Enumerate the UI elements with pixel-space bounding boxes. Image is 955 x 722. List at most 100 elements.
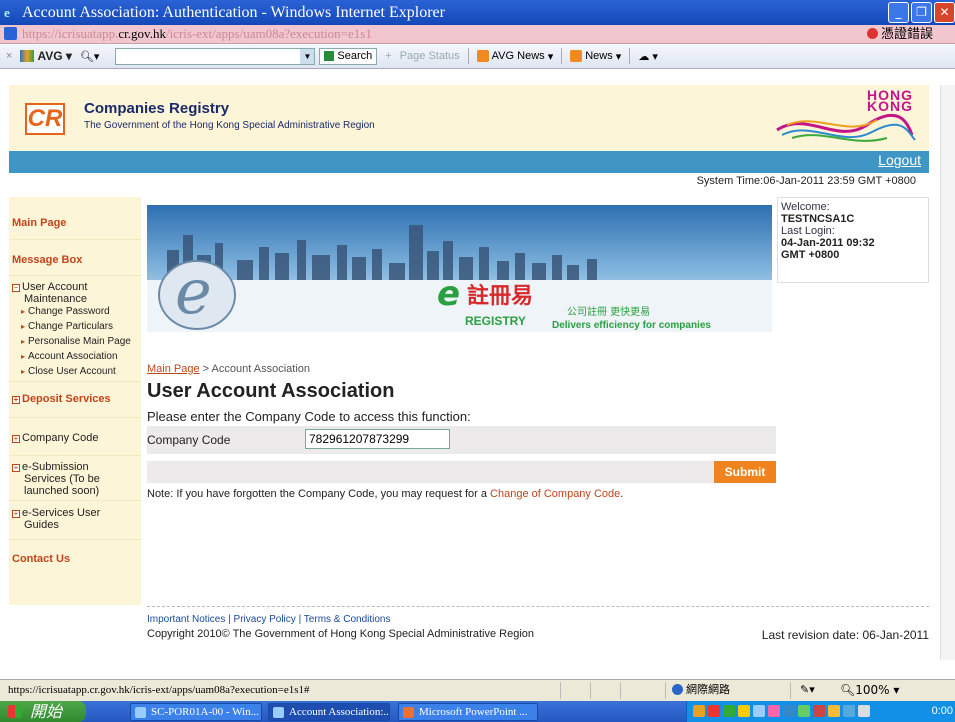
sidebar-item-message-box[interactable]: Message Box bbox=[12, 254, 82, 266]
news-button[interactable]: News ▾ bbox=[570, 50, 621, 63]
status-divider bbox=[790, 682, 791, 699]
sidebar-divider bbox=[9, 417, 141, 418]
sidebar-item-e-submission[interactable]: + e-Submission Services (To be launched s… bbox=[12, 461, 100, 497]
certificate-error[interactable]: 憑證錯誤 bbox=[866, 25, 933, 43]
close-toolbar-icon[interactable]: × bbox=[6, 50, 12, 62]
e-guides-label: e-Services User bbox=[22, 507, 101, 519]
collapse-icon[interactable]: − bbox=[12, 284, 20, 292]
footer-links: Important Notices | Privacy Policy | Ter… bbox=[147, 614, 391, 625]
change-company-code-link[interactable]: Change of Company Code bbox=[490, 488, 620, 500]
cert-error-icon bbox=[866, 28, 878, 39]
page-status[interactable]: Page Status bbox=[400, 50, 460, 62]
e-submission-label: e-Submission bbox=[22, 461, 89, 473]
weather-button[interactable]: ☁︎ ▾ bbox=[638, 50, 658, 63]
status-divider bbox=[665, 682, 666, 699]
banner-illustration: e e 註冊易 REGISTRY 公司註冊 更快更易 Delivers effi… bbox=[147, 205, 772, 332]
note-text: Note: If you have forgotten the Company … bbox=[147, 488, 491, 500]
toolbar-search-input[interactable]: ▼ bbox=[115, 47, 316, 65]
minimize-button[interactable]: _ bbox=[888, 2, 909, 23]
status-url: https://icrisuatapp.cr.gov.hk/icris-ext/… bbox=[8, 684, 310, 696]
tray-icon[interactable] bbox=[828, 705, 840, 717]
sidebar-item-company-code[interactable]: + Company Code bbox=[12, 432, 98, 444]
taskbar-item-powerpoint[interactable]: Microsoft PowerPoint ... bbox=[398, 703, 538, 721]
privacy-policy-link[interactable]: Privacy Policy bbox=[234, 614, 296, 625]
status-divider bbox=[560, 682, 561, 699]
tray-icon[interactable] bbox=[798, 705, 810, 717]
taskbar-item-account-association[interactable]: Account Association:... bbox=[268, 703, 390, 721]
search-dropdown-icon[interactable]: ▼ bbox=[300, 48, 315, 64]
submit-button[interactable]: Submit bbox=[714, 461, 776, 483]
hong-kong-brand-logo: HONG KONG bbox=[767, 88, 917, 145]
search-dropdown[interactable]: 🔍︎▾ bbox=[80, 50, 100, 63]
submenu-account-association[interactable]: Account Association bbox=[21, 349, 131, 364]
tray-icon[interactable] bbox=[693, 705, 705, 717]
start-label: 開始 bbox=[30, 702, 63, 721]
tray-icon[interactable] bbox=[738, 705, 750, 717]
address-bar[interactable]: https://icrisuatapp.cr.gov.hk/icris-ext/… bbox=[0, 25, 955, 44]
security-zone[interactable]: 網際網路 bbox=[672, 680, 730, 700]
restore-button[interactable]: ❐ bbox=[911, 2, 932, 23]
system-tray: 0:00 bbox=[686, 701, 955, 722]
search-go-icon bbox=[324, 51, 335, 61]
zoom-value: 100% bbox=[855, 683, 890, 697]
avg-menu[interactable]: AVG ▾ bbox=[20, 49, 72, 63]
start-button[interactable]: 開始 bbox=[0, 701, 86, 722]
search-button[interactable]: Search bbox=[319, 47, 378, 65]
logout-link[interactable]: Logout bbox=[878, 152, 921, 168]
expand-icon[interactable]: + bbox=[12, 396, 20, 404]
expand-icon[interactable]: + bbox=[12, 435, 20, 443]
tray-icon[interactable] bbox=[843, 705, 855, 717]
svg-text:REGISTRY: REGISTRY bbox=[465, 314, 526, 328]
sidebar-divider bbox=[9, 500, 141, 501]
company-code-form-row: Company Code bbox=[147, 426, 776, 454]
sidebar-item-main-page[interactable]: Main Page bbox=[12, 217, 66, 229]
news-label: News bbox=[585, 50, 613, 62]
user-account-label: User Account bbox=[22, 281, 88, 293]
e-registry-banner: e e 註冊易 REGISTRY 公司註冊 更快更易 Delivers effi… bbox=[147, 205, 772, 332]
submenu-close-user-account[interactable]: Close User Account bbox=[21, 364, 131, 379]
svg-text:e: e bbox=[437, 274, 460, 314]
close-button[interactable]: ✕ bbox=[934, 2, 955, 23]
note-period: . bbox=[620, 488, 624, 500]
zoom-level[interactable]: 🔍︎100% ▾ bbox=[840, 680, 899, 700]
tray-icon[interactable] bbox=[813, 705, 825, 717]
search-button-label: Search bbox=[337, 49, 373, 62]
submenu-personalise-main-page[interactable]: Personalise Main Page bbox=[21, 334, 131, 349]
terms-conditions-link[interactable]: Terms & Conditions bbox=[304, 614, 391, 625]
tray-icon[interactable] bbox=[753, 705, 765, 717]
tray-icon[interactable] bbox=[768, 705, 780, 717]
tray-icon[interactable] bbox=[723, 705, 735, 717]
sidebar-divider bbox=[9, 275, 141, 276]
expand-icon[interactable]: + bbox=[12, 510, 20, 518]
rss-icon bbox=[570, 50, 583, 62]
tray-icon[interactable] bbox=[708, 705, 720, 717]
tray-icon[interactable] bbox=[783, 705, 795, 717]
submenu-change-password[interactable]: Change Password bbox=[21, 304, 131, 319]
sidebar-item-deposit-services[interactable]: + Deposit Services bbox=[12, 393, 111, 405]
expand-icon[interactable]: + bbox=[12, 464, 20, 472]
company-code-label: Company Code bbox=[147, 433, 231, 447]
site-header: CR Companies Registry The Government of … bbox=[9, 85, 929, 151]
sidebar-item-contact-us[interactable]: Contact Us bbox=[12, 553, 70, 565]
taskbar-clock: 0:00 bbox=[931, 705, 953, 717]
toolbar-plus-icon[interactable]: + bbox=[385, 50, 391, 62]
taskbar-item-explorer[interactable]: SC-POR01A-00 - Win... bbox=[130, 703, 262, 721]
submenu-change-particulars[interactable]: Change Particulars bbox=[21, 319, 131, 334]
system-time: System Time:06-Jan-2011 23:59 GMT +0800 bbox=[696, 175, 916, 187]
sidebar-item-e-services-guides[interactable]: + e-Services User Guides bbox=[12, 507, 100, 531]
important-notices-link[interactable]: Important Notices bbox=[147, 614, 225, 625]
cr-logo[interactable]: CR bbox=[25, 103, 65, 135]
breadcrumb-separator: > bbox=[202, 363, 210, 375]
svg-text:e: e bbox=[175, 255, 212, 328]
breadcrumb: Main Page > Account Association bbox=[147, 363, 310, 375]
page-icon bbox=[4, 27, 17, 40]
sidebar-item-user-account[interactable]: − User Account Maintenance bbox=[12, 281, 87, 305]
protected-mode-icon[interactable]: ✎▾ bbox=[800, 680, 815, 700]
vertical-scrollbar[interactable] bbox=[940, 85, 955, 660]
tray-icon[interactable] bbox=[858, 705, 870, 717]
avg-news-button[interactable]: AVG News ▾ bbox=[476, 50, 553, 63]
welcome-user: TESTNCSA1C bbox=[781, 213, 855, 225]
breadcrumb-main-page[interactable]: Main Page bbox=[147, 363, 200, 375]
user-account-submenu: Change Password Change Particulars Perso… bbox=[21, 304, 131, 379]
company-code-input[interactable] bbox=[305, 429, 450, 449]
